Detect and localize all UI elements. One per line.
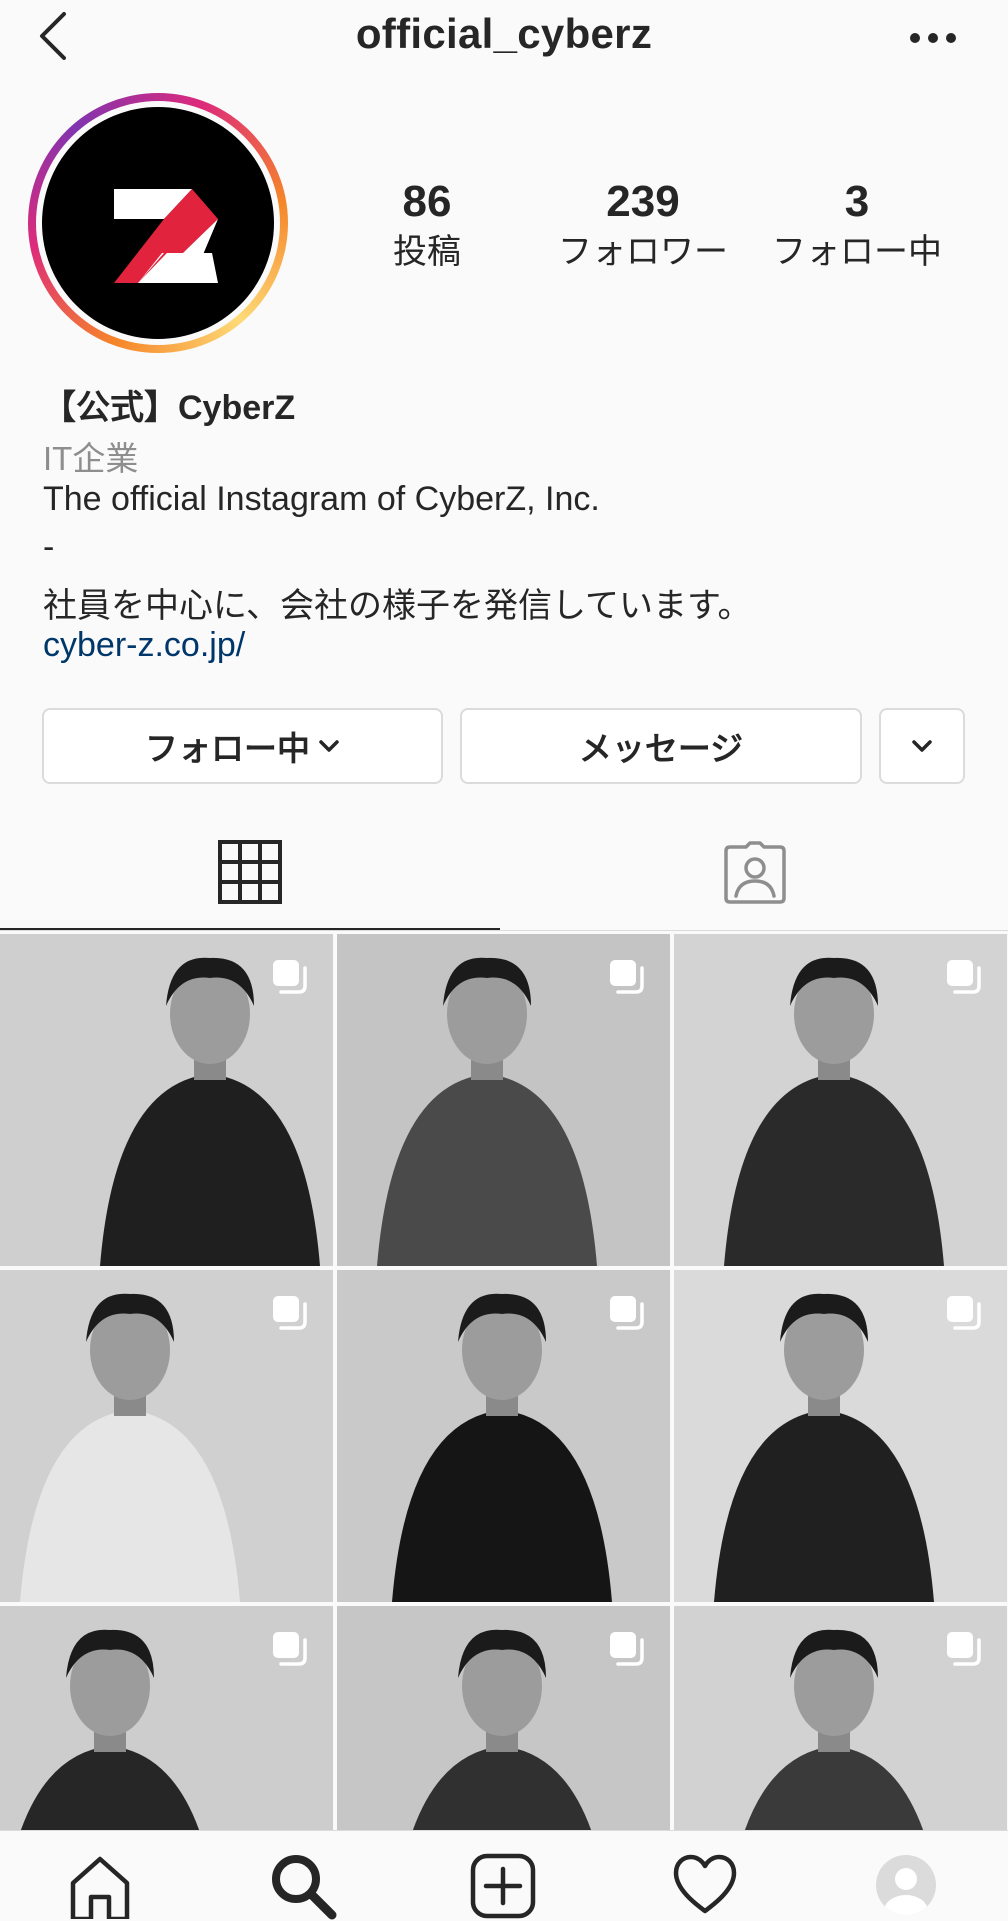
bio-line: The official Instagram of CyberZ, Inc. — [43, 480, 600, 518]
post-thumbnail[interactable] — [674, 1270, 1007, 1602]
tab-tagged[interactable] — [504, 820, 1008, 930]
post-thumbnail[interactable] — [0, 1606, 333, 1830]
post-thumbnail[interactable] — [674, 1606, 1007, 1830]
stat-posts: 86 投稿 — [327, 176, 527, 274]
stat-followers[interactable]: 239 フォロワー — [543, 176, 743, 274]
stat-following[interactable]: 3 フォロー中 — [757, 176, 957, 274]
post-thumbnail[interactable] — [674, 934, 1007, 1266]
bio-line: - — [43, 528, 55, 566]
post-thumbnail[interactable] — [337, 1606, 670, 1830]
profile-username: official_cyberz — [355, 10, 653, 57]
nav-new-post[interactable] — [442, 1831, 562, 1921]
nav-search[interactable] — [240, 1831, 360, 1921]
post-thumbnail[interactable] — [0, 1270, 333, 1602]
tab-posts-grid[interactable] — [0, 820, 504, 930]
profile-avatar[interactable] — [28, 93, 288, 353]
add-post-icon — [470, 1853, 536, 1919]
nav-activity[interactable] — [644, 1831, 764, 1921]
multiple-photos-icon — [947, 960, 981, 994]
more-options-button[interactable] — [900, 18, 966, 58]
nav-home[interactable] — [39, 1831, 159, 1921]
multiple-photos-icon — [947, 1296, 981, 1330]
multiple-photos-icon — [610, 960, 644, 994]
tab-divider — [0, 930, 1008, 931]
multiple-photos-icon — [610, 1632, 644, 1666]
more-horizontal-icon — [910, 33, 956, 43]
followers-label: フォロワー — [558, 233, 728, 271]
profile-header: official_cyberz — [0, 0, 1008, 80]
posts-grid — [0, 934, 1008, 1830]
message-button-label: メッセージ — [578, 730, 744, 767]
display-name: 【公式】CyberZ — [42, 389, 296, 427]
website-link[interactable]: cyber-z.co.jp/ — [43, 626, 245, 665]
post-thumbnail[interactable] — [0, 934, 333, 1266]
profile-category: IT企業 — [43, 440, 139, 477]
following-button[interactable]: フォロー中 — [42, 708, 443, 784]
following-label: フォロー中 — [772, 233, 942, 271]
post-thumbnail[interactable] — [337, 1270, 670, 1602]
nav-profile[interactable] — [846, 1831, 966, 1921]
following-button-label: フォロー中 — [145, 730, 310, 767]
profile-avatar-icon — [876, 1855, 936, 1915]
chevron-down-icon — [319, 740, 339, 752]
posts-count: 86 — [402, 177, 452, 226]
home-icon — [70, 1856, 130, 1919]
tagged-person-icon — [724, 841, 786, 904]
heart-icon — [673, 1854, 737, 1914]
multiple-photos-icon — [273, 1632, 307, 1666]
suggested-accounts-button[interactable] — [879, 708, 965, 784]
bottom-navigation — [0, 1830, 1008, 1921]
multiple-photos-icon — [273, 1296, 307, 1330]
post-thumbnail[interactable] — [337, 934, 670, 1266]
cyberz-logo — [42, 107, 274, 339]
multiple-photos-icon — [610, 1296, 644, 1330]
chevron-down-icon — [912, 740, 932, 752]
followers-count: 239 — [606, 177, 680, 226]
multiple-photos-icon — [947, 1632, 981, 1666]
message-button[interactable]: メッセージ — [460, 708, 862, 784]
posts-label: 投稿 — [393, 233, 461, 271]
following-count: 3 — [844, 177, 870, 226]
multiple-photos-icon — [273, 960, 307, 994]
grid-icon — [218, 840, 282, 904]
bio-line: 社員を中心に、会社の様子を発信しています。 — [43, 587, 752, 625]
search-icon — [272, 1855, 337, 1920]
